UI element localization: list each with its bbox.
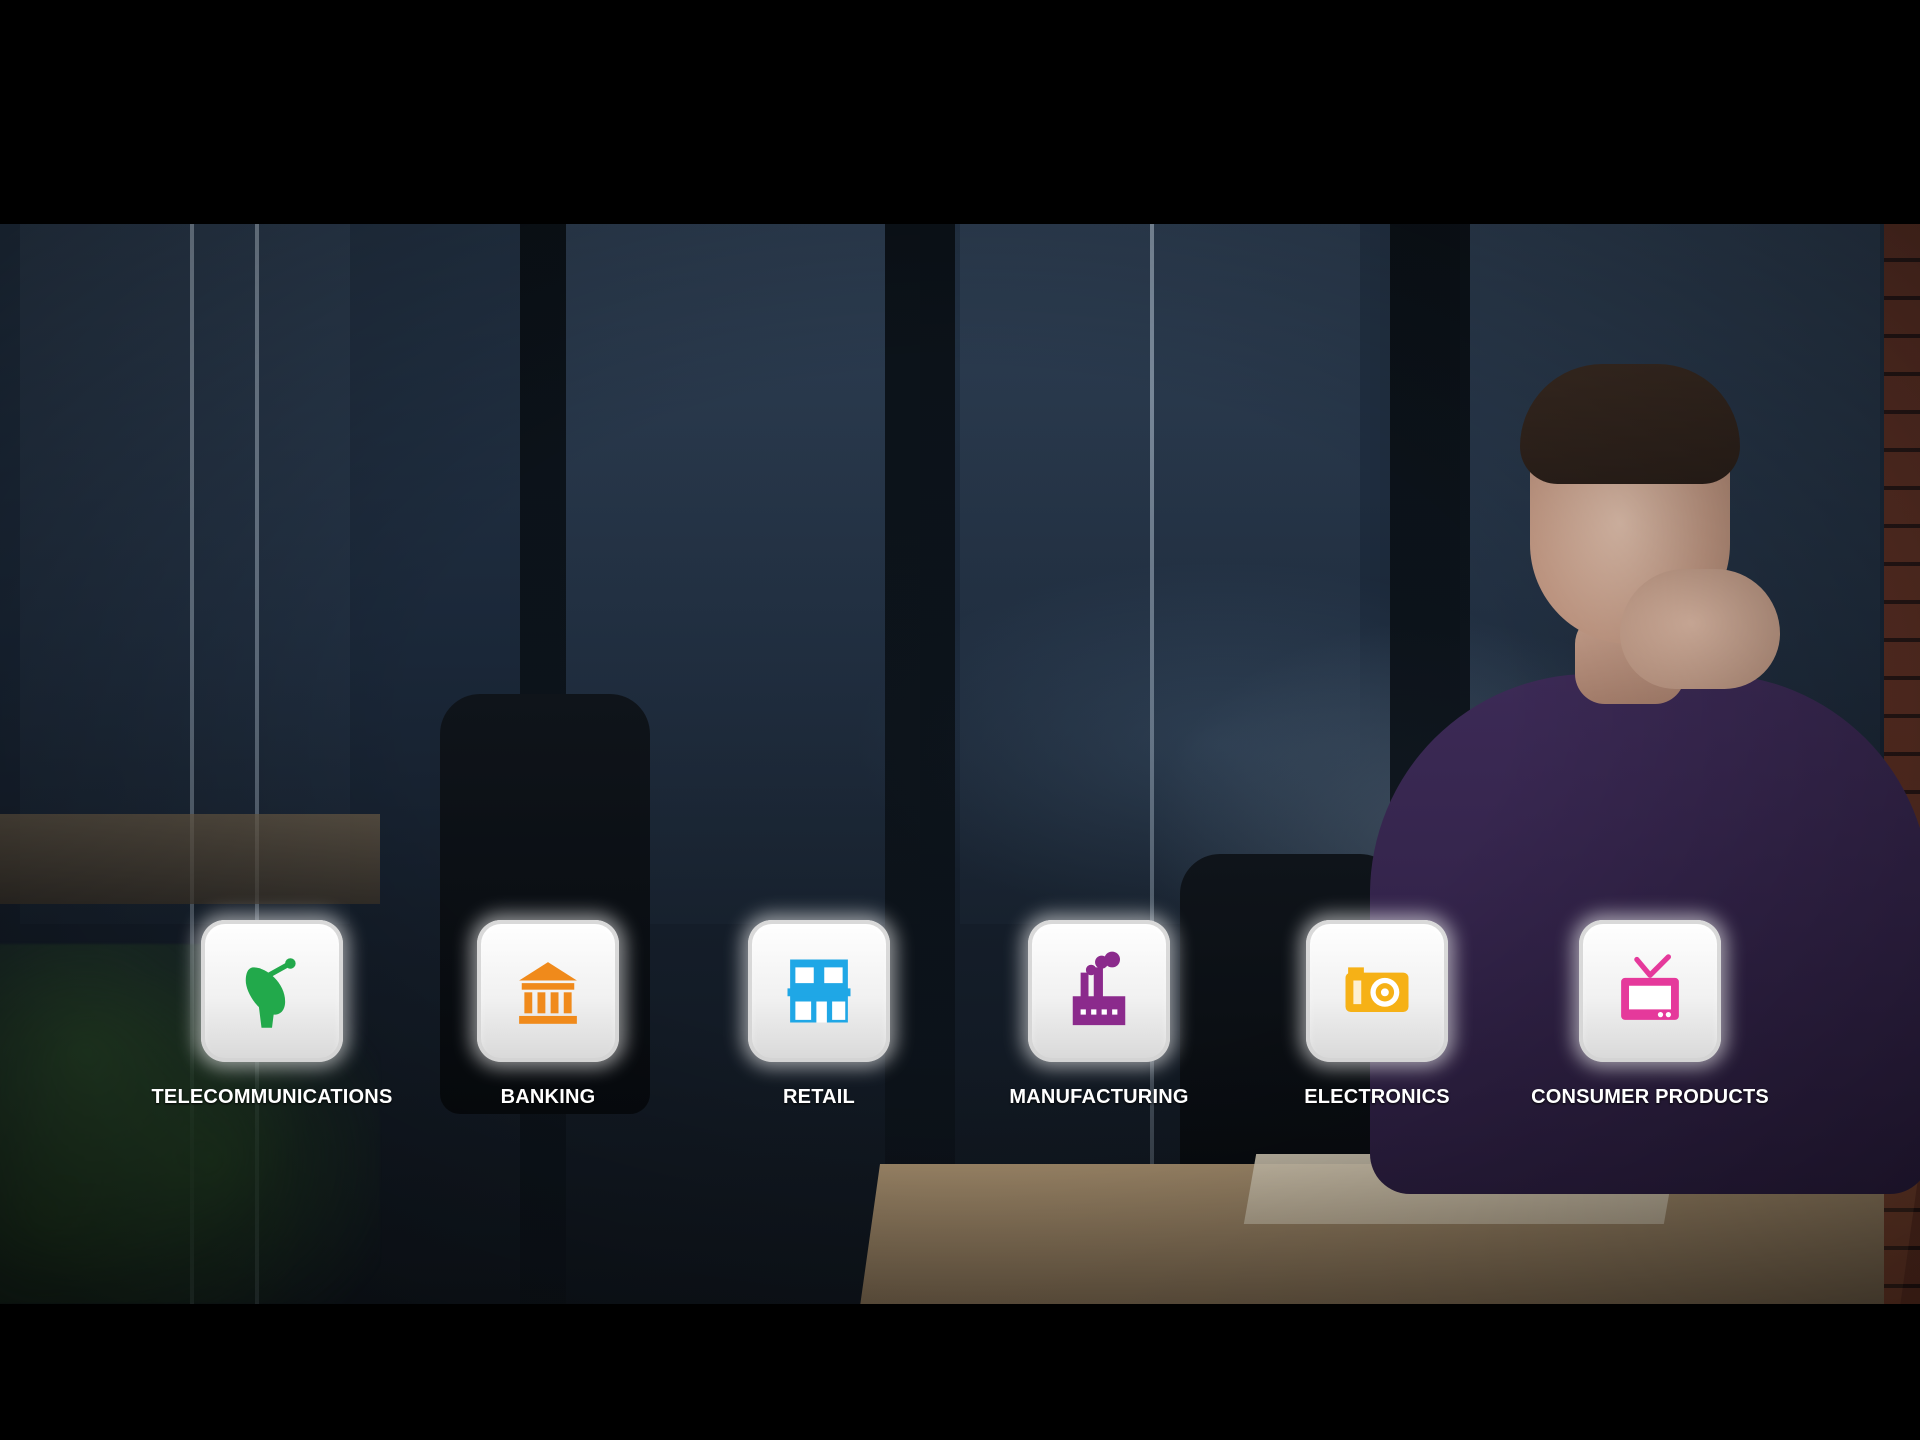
bank-icon [506, 949, 590, 1033]
window-pane [960, 224, 1360, 924]
camera-icon [1335, 949, 1419, 1033]
satellite-dish-icon [230, 949, 314, 1033]
category-label: RETAIL [783, 1086, 855, 1108]
category-label: ELECTRONICS [1304, 1086, 1450, 1108]
conference-table [0, 814, 380, 904]
television-icon [1608, 949, 1692, 1033]
category-consumer-products[interactable]: CONSUMER PRODUCTS [1520, 920, 1780, 1130]
category-menu: TELECOMMUNICATIONS BANKING RETAIL MANUFA… [0, 920, 1920, 1130]
category-tile[interactable] [748, 920, 890, 1062]
category-label: BANKING [500, 1086, 596, 1108]
glass-partition-edge [1150, 224, 1154, 1304]
category-tile[interactable] [1306, 920, 1448, 1062]
person-hand [1620, 569, 1780, 689]
category-label: TELECOMMUNICATIONS [151, 1086, 393, 1108]
app-screen: TELECOMMUNICATIONS BANKING RETAIL MANUFA… [0, 0, 1920, 1440]
window-frame [885, 224, 955, 1304]
factory-icon [1057, 949, 1141, 1033]
category-manufacturing[interactable]: MANUFACTURING [969, 920, 1229, 1130]
person-hair [1520, 364, 1740, 484]
category-tile[interactable] [1028, 920, 1170, 1062]
category-label: MANUFACTURING [1009, 1086, 1189, 1108]
category-tile[interactable] [201, 920, 343, 1062]
background-photo [0, 224, 1920, 1304]
category-tile[interactable] [477, 920, 619, 1062]
storefront-icon [777, 949, 861, 1033]
category-label: CONSUMER PRODUCTS [1531, 1086, 1769, 1108]
category-banking[interactable]: BANKING [418, 920, 678, 1130]
category-retail[interactable]: RETAIL [689, 920, 949, 1130]
category-tile[interactable] [1579, 920, 1721, 1062]
category-telecommunications[interactable]: TELECOMMUNICATIONS [142, 920, 402, 1130]
category-electronics[interactable]: ELECTRONICS [1247, 920, 1507, 1130]
